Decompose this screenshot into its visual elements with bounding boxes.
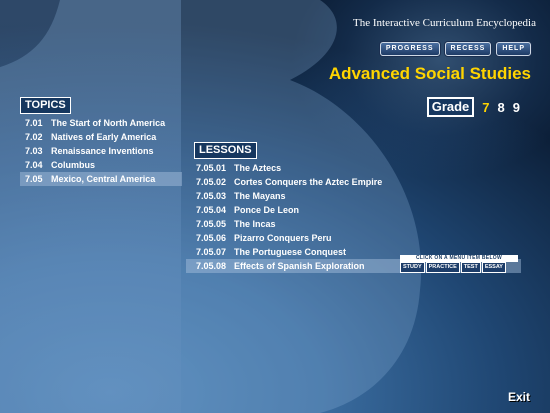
lesson-name: Pizarro Conquers Peru <box>234 233 332 243</box>
topic-item-7-01[interactable]: 7.01 The Start of North America <box>20 116 182 130</box>
lesson-code: 7.05.01 <box>196 163 227 173</box>
topic-name: Natives of Early America <box>51 132 157 142</box>
lessons-header: LESSONS <box>194 142 257 159</box>
essay-button[interactable]: ESSAY <box>481 262 506 273</box>
study-button[interactable]: STUDY <box>400 262 425 273</box>
lesson-item-7-05-06[interactable]: 7.05.06 Pizarro Conquers Peru <box>186 231 521 245</box>
topic-item-7-03[interactable]: 7.03 Renaissance Inventions <box>20 144 182 158</box>
lesson-actions: STUDY PRACTICE TEST ESSAY <box>400 262 506 273</box>
lesson-name: The Portuguese Conquest <box>234 247 347 257</box>
topic-name: The Start of North America <box>51 118 166 128</box>
grade-selector: Grade 7 8 9 <box>426 97 520 117</box>
lesson-item-7-05-03[interactable]: 7.05.03 The Mayans <box>186 189 521 203</box>
lesson-code: 7.05.08 <box>196 261 227 271</box>
grade-option-9[interactable]: 9 <box>513 100 520 115</box>
lesson-name: The Aztecs <box>234 163 282 173</box>
lesson-item-7-05-01[interactable]: 7.05.01 The Aztecs <box>186 161 521 175</box>
lesson-code: 7.05.04 <box>196 205 227 215</box>
progress-button[interactable]: PROGRESS <box>379 42 440 56</box>
lesson-name: The Mayans <box>234 191 286 201</box>
lesson-name: Effects of Spanish Exploration <box>234 261 365 271</box>
topic-code: 7.05 <box>25 174 43 184</box>
topics-list: 7.01 The Start of North America 7.02 Nat… <box>20 116 182 186</box>
lesson-code: 7.05.02 <box>196 177 227 187</box>
topic-item-7-05[interactable]: 7.05 Mexico, Central America <box>20 172 182 186</box>
topic-code: 7.04 <box>25 160 43 170</box>
lesson-item-7-05-05[interactable]: 7.05.05 The Incas <box>186 217 521 231</box>
topic-code: 7.01 <box>25 118 43 128</box>
topic-code: 7.02 <box>25 132 43 142</box>
topics-header: TOPICS <box>20 97 71 114</box>
main-window: The Interactive Curriculum Encyclopedia … <box>0 0 550 413</box>
course-title: Advanced Social Studies <box>328 64 531 83</box>
grade-option-8[interactable]: 8 <box>498 100 505 115</box>
site-title: The Interactive Curriculum Encyclopedia <box>353 17 536 29</box>
topic-name: Columbus <box>51 160 95 170</box>
lesson-code: 7.05.05 <box>196 219 227 229</box>
lesson-code: 7.05.03 <box>196 191 227 201</box>
topic-name: Mexico, Central America <box>51 174 156 184</box>
lesson-name: Ponce De Leon <box>234 205 300 215</box>
lesson-item-7-05-02[interactable]: 7.05.02 Cortes Conquers the Aztec Empire <box>186 175 521 189</box>
lesson-code: 7.05.06 <box>196 233 227 243</box>
lesson-code: 7.05.07 <box>196 247 227 257</box>
lesson-name: The Incas <box>234 219 276 229</box>
topic-item-7-02[interactable]: 7.02 Natives of Early America <box>20 130 182 144</box>
grade-option-7[interactable]: 7 <box>482 100 489 115</box>
lesson-item-7-05-04[interactable]: 7.05.04 Ponce De Leon <box>186 203 521 217</box>
test-button[interactable]: TEST <box>460 262 481 273</box>
lesson-name: Cortes Conquers the Aztec Empire <box>234 177 383 187</box>
recess-button[interactable]: RECESS <box>444 42 492 56</box>
top-nav: PROGRESS RECESS HELP <box>379 42 531 56</box>
menu-hint: CLICK ON A MENU ITEM BELOW <box>400 255 518 262</box>
practice-button[interactable]: PRACTICE <box>425 262 460 273</box>
topic-name: Renaissance Inventions <box>51 146 154 156</box>
topic-item-7-04[interactable]: 7.04 Columbus <box>20 158 182 172</box>
exit-button[interactable]: Exit <box>508 390 530 404</box>
topic-code: 7.03 <box>25 146 43 156</box>
help-button[interactable]: HELP <box>496 42 531 56</box>
grade-label: Grade <box>426 97 475 117</box>
